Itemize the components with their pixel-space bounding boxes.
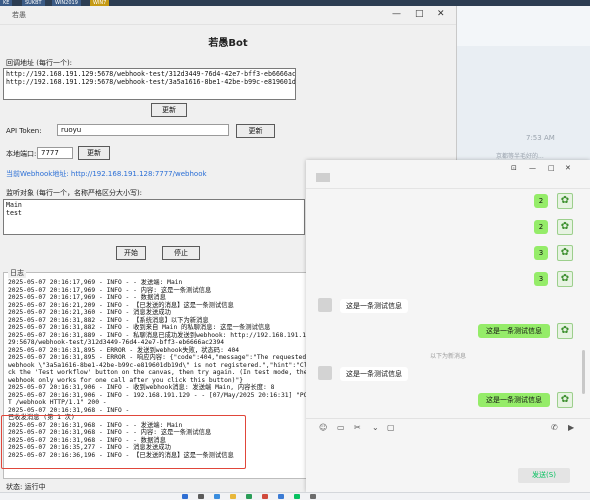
taskview-icon[interactable] <box>214 494 220 499</box>
monitor-label: 监听对象 (每行一个，名称严格区分大小写): <box>6 189 143 197</box>
window-title: 若愚 <box>12 11 26 19</box>
background-snippet: 京都等半毛好的... <box>496 153 544 160</box>
close-icon[interactable]: ✕ <box>565 164 571 172</box>
message-outgoing-number[interactable]: 3 <box>534 272 548 286</box>
api-token-label: API Token: <box>6 127 42 135</box>
minimize-icon[interactable]: — <box>529 164 536 172</box>
chat-window: ⊡ — □ ✕ 2 ✿ 2 ✿ 3 ✿ 3 ✿ 这是一条测试信息 这是一条测试信… <box>306 160 590 492</box>
message-outgoing-number[interactable]: 2 <box>534 194 548 208</box>
app-icon[interactable] <box>262 494 268 499</box>
start-icon[interactable] <box>182 494 188 499</box>
stop-button[interactable]: 停止 <box>162 246 200 260</box>
self-avatar[interactable]: ✿ <box>557 271 573 287</box>
update-callback-button[interactable]: 更新 <box>151 103 187 117</box>
send-button[interactable]: 发送(S) <box>518 468 570 483</box>
message-outgoing[interactable]: 这是一条测试信息 <box>478 393 550 407</box>
port-input[interactable]: 7777 <box>37 147 73 159</box>
chat-history-icon[interactable]: ▢ <box>387 423 395 432</box>
emoji-icon[interactable]: ☺ <box>319 423 327 432</box>
message-outgoing[interactable]: 这是一条测试信息 <box>478 324 550 338</box>
status-bar: 状态: 运行中 <box>6 483 46 491</box>
pin-icon[interactable]: ⊡ <box>511 164 517 172</box>
chat-scrollbar[interactable] <box>582 350 585 394</box>
message-outgoing-number[interactable]: 3 <box>534 246 548 260</box>
self-avatar[interactable]: ✿ <box>557 392 573 408</box>
phone-icon[interactable]: ✆ <box>551 423 558 432</box>
monitor-textarea[interactable]: Main test <box>3 199 305 235</box>
explorer-icon[interactable] <box>230 494 236 499</box>
new-messages-divider: 以下为新消息 <box>429 353 466 360</box>
background-window: 7:53 AM 京都等半毛好的... <box>456 6 590 166</box>
message-outgoing-number[interactable]: 2 <box>534 220 548 234</box>
app-icon[interactable] <box>246 494 252 499</box>
contact-avatar[interactable] <box>318 298 332 312</box>
port-label: 本地端口: <box>6 150 37 158</box>
app-icon[interactable] <box>310 494 316 499</box>
contact-avatar[interactable] <box>318 366 332 380</box>
wechat-icon[interactable] <box>294 494 300 499</box>
start-button[interactable]: 开始 <box>116 246 146 260</box>
video-icon[interactable]: ▶ <box>568 423 574 432</box>
chevron-down-icon[interactable]: ⌄ <box>372 423 379 432</box>
page-title: 若愚Bot <box>208 38 248 49</box>
api-token-input[interactable]: ruoyu <box>57 124 229 136</box>
chat-input-toolbar: ☺ ▭ ✂ ⌄ ▢ ✆ ▶ <box>306 418 590 435</box>
maximize-icon[interactable]: □ <box>415 9 424 19</box>
maximize-icon[interactable]: □ <box>548 164 555 172</box>
title-bar: 若愚 — □ ✕ <box>0 6 456 25</box>
log-caption: 日志 <box>8 268 26 278</box>
message-incoming[interactable]: 这是一条测试信息 <box>340 299 408 313</box>
self-avatar[interactable]: ✿ <box>557 193 573 209</box>
chat-title-blurred <box>316 173 330 182</box>
background-time: 7:53 AM <box>526 134 555 142</box>
close-icon[interactable]: ✕ <box>437 9 445 19</box>
callback-textarea[interactable]: http://192.168.191.129:5678/webhook-test… <box>3 68 296 100</box>
self-avatar[interactable]: ✿ <box>557 245 573 261</box>
app-icon[interactable] <box>278 494 284 499</box>
folder-icon[interactable]: ▭ <box>337 423 345 432</box>
scissors-icon[interactable]: ✂ <box>354 423 361 432</box>
search-icon[interactable] <box>198 494 204 499</box>
self-avatar[interactable]: ✿ <box>557 219 573 235</box>
message-incoming[interactable]: 这是一条测试信息 <box>340 367 408 381</box>
callback-label: 回调地址 (每行一个): <box>6 59 73 67</box>
webhook-url-link[interactable]: 当前Webhook地址: http://192.168.191.128:7777… <box>6 169 207 179</box>
minimize-icon[interactable]: — <box>392 9 401 19</box>
self-avatar[interactable]: ✿ <box>557 323 573 339</box>
update-port-button[interactable]: 更新 <box>78 146 110 160</box>
background-panel <box>456 46 590 166</box>
update-token-button[interactable]: 更新 <box>236 124 275 138</box>
chat-header: ⊡ — □ ✕ <box>306 160 590 189</box>
